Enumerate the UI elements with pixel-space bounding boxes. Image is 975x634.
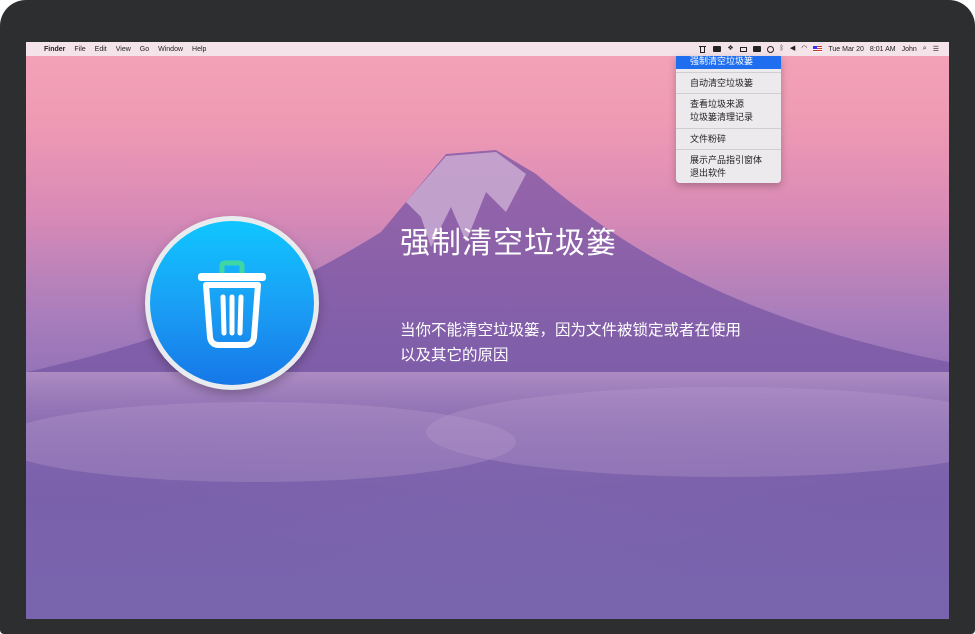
menu-item-auto-empty-trash[interactable]: 自动清空垃圾篓 — [676, 78, 781, 91]
wifi-icon[interactable]: ◠ — [801, 45, 807, 53]
menu-bar: Finder File Edit View Go Window Help ❖ ᛒ… — [26, 42, 949, 56]
menu-separator — [676, 128, 781, 129]
feature-description-line2: 以及其它的原因 — [400, 346, 509, 364]
menu-item-file-shredder[interactable]: 文件粉碎 — [676, 134, 781, 147]
feature-description: 当你不能清空垃圾篓，因为文件被锁定或者在使用 以及其它的原因 — [400, 318, 741, 368]
airplay-icon[interactable] — [739, 46, 747, 52]
menu-separator — [676, 149, 781, 150]
flag-icon[interactable] — [813, 46, 823, 52]
spotlight-search-icon[interactable]: ⌕ — [923, 45, 927, 53]
app-icon[interactable] — [713, 46, 722, 52]
menu-help[interactable]: Help — [192, 46, 206, 53]
menubar-user[interactable]: John — [902, 46, 917, 53]
menu-item-show-product-guide[interactable]: 展示产品指引窗体 — [676, 155, 781, 168]
notification-center-icon[interactable]: ☰ — [933, 45, 939, 53]
menu-edit[interactable]: Edit — [95, 46, 107, 53]
status-menu-dropdown: 强制清空垃圾篓 自动清空垃圾篓 查看垃圾来源 垃圾篓清理记录 文件粉碎 展示产品… — [676, 56, 781, 183]
trash-icon[interactable] — [699, 45, 707, 53]
menu-item-view-trash-source[interactable]: 查看垃圾来源 — [676, 99, 781, 112]
desktop-screen: Finder File Edit View Go Window Help ❖ ᛒ… — [26, 42, 949, 619]
menu-view[interactable]: View — [116, 46, 131, 53]
volume-icon[interactable]: ◀ — [790, 45, 795, 53]
menubar-date[interactable]: Tue Mar 20 — [828, 46, 864, 53]
dropbox-icon[interactable]: ❖ — [727, 45, 733, 53]
feature-title: 强制清空垃圾篓 — [400, 226, 617, 261]
menu-item-force-empty-trash[interactable]: 强制清空垃圾篓 — [676, 56, 781, 69]
time-machine-icon[interactable] — [766, 45, 774, 53]
menubar-time[interactable]: 8:01 AM — [870, 46, 896, 53]
menu-finder[interactable]: Finder — [44, 46, 65, 53]
menu-separator — [676, 93, 781, 94]
feature-description-line1: 当你不能清空垃圾篓，因为文件被锁定或者在使用 — [400, 321, 742, 339]
menu-window[interactable]: Window — [158, 46, 183, 53]
battery-icon[interactable] — [752, 46, 761, 52]
menu-file[interactable]: File — [74, 46, 85, 53]
trash-can-icon — [198, 260, 266, 348]
menu-go[interactable]: Go — [140, 46, 149, 53]
menu-item-trash-clean-history[interactable]: 垃圾篓清理记录 — [676, 112, 781, 125]
menu-separator — [676, 72, 781, 73]
bluetooth-icon[interactable]: ᛒ — [780, 45, 784, 53]
trash-badge-inner — [150, 221, 314, 385]
trash-badge — [145, 216, 319, 390]
menu-item-quit[interactable]: 退出软件 — [676, 168, 781, 181]
